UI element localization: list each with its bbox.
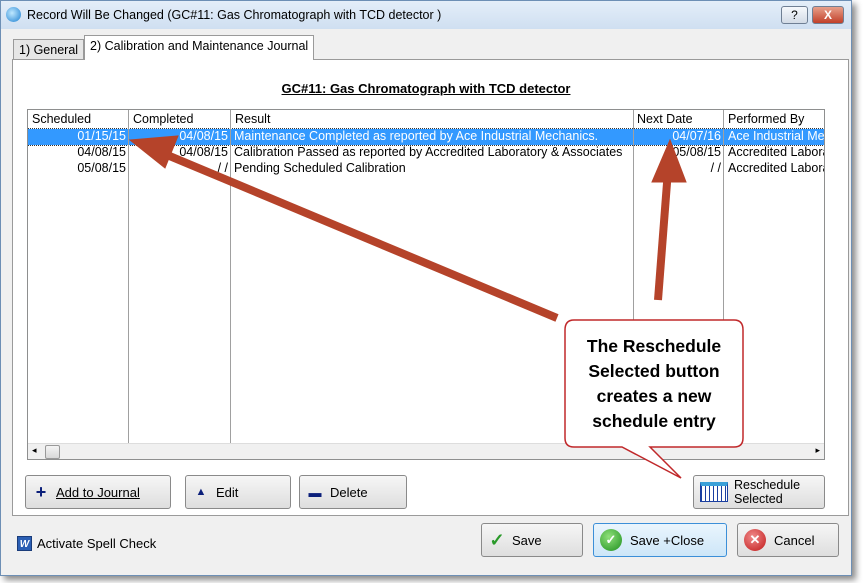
arrow-to-next-date [654, 169, 672, 301]
annotation-overlay [128, 135, 744, 479]
arrowhead-icon [651, 138, 687, 183]
callout-text: The Reschedule Selected button creates a… [586, 336, 722, 431]
arrowhead-icon [128, 135, 179, 169]
arrow-to-scheduled [158, 148, 559, 322]
tab-journal[interactable]: 2) Calibration and Maintenance Journal [84, 35, 315, 60]
